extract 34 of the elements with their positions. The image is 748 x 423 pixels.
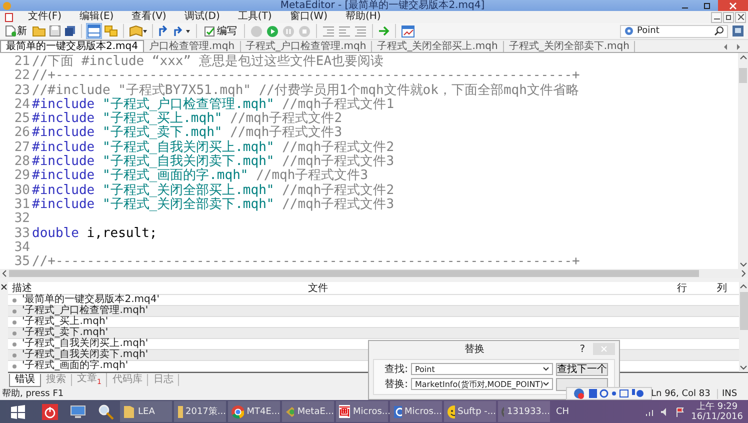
line-number: 22 [13, 69, 31, 84]
code-line: #include "子程式_画面的字.mqh" //mqh子程式文件3 [32, 169, 368, 184]
dialog-title: 替换 [463, 342, 486, 356]
code-line: #include "子程式_自我关闭卖下.mqh" //mqh子程式文件3 [32, 155, 394, 170]
find-label: 查找: [384, 362, 408, 376]
code-line: #include "子程式_买上.mqh" //mqh子程式文件2 [32, 112, 342, 126]
code-line: double i,result; [32, 226, 158, 241]
code-line: //下面 #include “xxx” 意思是包过这些文件EA也要阅读 [32, 55, 384, 70]
line-number: 27 [13, 140, 31, 155]
app-icon: 画 [339, 405, 350, 418]
code-line: #include "子程式_关闭全部卖下.mqh" //mqh子程式文件3 [32, 198, 394, 212]
line-number: 25 [13, 112, 31, 126]
line-number: 35 [13, 255, 31, 270]
line-number: 28 [13, 155, 31, 170]
line-number: 26 [13, 126, 31, 141]
line-number: 33 [13, 226, 31, 241]
code-line: #include "子程式_卖下.mqh" //mqh子程式文件3 [32, 126, 342, 140]
line-number: 30 [13, 184, 31, 198]
line-number: 31 [13, 198, 31, 212]
line-number: 32 [13, 212, 31, 227]
line-number: 29 [13, 169, 31, 184]
insert-mode: INS [717, 388, 746, 399]
replace-label: 替换: [384, 378, 408, 391]
code-line: #include "子程式_户口检查管理.mqh" //mqh子程式文件1 [32, 98, 394, 112]
line-number: 34 [13, 240, 31, 255]
line-number: 23 [13, 84, 31, 98]
code-line: //+------------------------------------------------------------------+ [32, 255, 580, 270]
line-number: 21 [13, 55, 31, 69]
code-line: //+------------------------------------------------------------------+ [32, 69, 580, 84]
status-text: 帮助, press F1 [1, 388, 64, 400]
line-number: 24 [13, 98, 31, 112]
code-line: //#include "子程式BY7X51.mqh" //付费学员用1个mqh文件就ok，下面全部mqh文件省略 [32, 84, 579, 98]
code-line: #include "子程式_关闭全部买上.mqh" //mqh子程式文件2 [32, 184, 394, 198]
code-line: #include "子程式_自我关闭买上.mqh" //mqh子程式文件2 [32, 140, 394, 155]
